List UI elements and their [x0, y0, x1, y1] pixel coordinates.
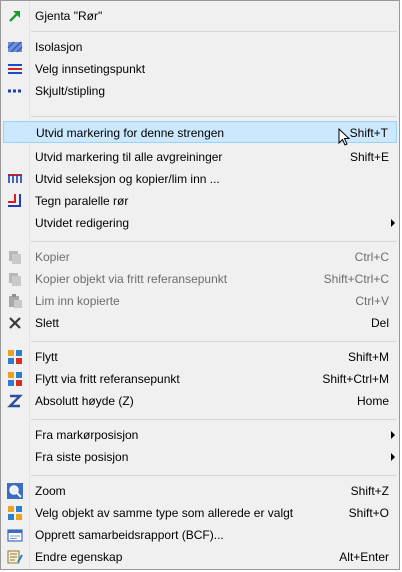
- menu-item-copy[interactable]: Kopier Ctrl+C: [3, 246, 397, 268]
- menu-item-label: Utvidet redigering: [35, 216, 130, 230]
- menu-item-repeat-pipe[interactable]: Gjenta "Rør": [3, 5, 397, 27]
- move-icon: [7, 349, 23, 365]
- menu-item-extended-editing[interactable]: Utvidet redigering: [3, 212, 397, 234]
- separator: [31, 116, 397, 117]
- menu-item-from-last-position[interactable]: Fra siste posisjon: [3, 446, 397, 468]
- z-height-icon: [7, 393, 23, 409]
- menu-item-label: Velg innsetingspunkt: [35, 62, 146, 76]
- menu-item-absolute-height[interactable]: Absolutt høyde (Z) Home: [3, 390, 397, 412]
- menu-item-from-cursor-position[interactable]: Fra markørposisjon: [3, 424, 397, 446]
- menu-item-label: Opprett samarbeidsrapport (BCF)...: [35, 528, 224, 542]
- menu-item-label: Absolutt høyde (Z): [35, 394, 134, 408]
- menu-item-zoom[interactable]: Zoom Shift+Z: [3, 480, 397, 502]
- insulation-hatch-icon: [7, 39, 23, 55]
- menu-item-label: Flytt via fritt referansepunkt: [35, 372, 180, 386]
- menu-item-label: Kopier: [35, 250, 70, 264]
- menu-item-move-reference[interactable]: Flytt via fritt referansepunkt Shift+Ctr…: [3, 368, 397, 390]
- submenu-arrow-icon: [391, 219, 395, 227]
- menu-item-label: Gjenta "Rør": [35, 9, 103, 23]
- menu-item-select-same-type[interactable]: Velg objekt av samme type som allerede e…: [3, 502, 397, 524]
- menu-item-shortcut: Ctrl+V: [355, 294, 389, 308]
- dashed-line-icon: [7, 83, 23, 99]
- separator: [31, 241, 397, 242]
- menu-item-label: Fra markørposisjon: [35, 428, 139, 442]
- menu-item-label: Velg objekt av samme type som allerede e…: [35, 506, 294, 520]
- paste-icon: [7, 293, 23, 309]
- menu-item-insulation[interactable]: Isolasjon: [3, 36, 397, 58]
- menu-item-label: Isolasjon: [35, 40, 83, 54]
- green-arrow-icon: [7, 8, 23, 24]
- submenu-arrow-icon: [391, 431, 395, 439]
- insertion-point-icon: [7, 61, 23, 77]
- menu-item-expand-copy-paste[interactable]: Utvid seleksjon og kopier/lim inn ...: [3, 168, 397, 190]
- submenu-arrow-icon: [391, 453, 395, 461]
- menu-item-label: Slett: [35, 316, 60, 330]
- copy-icon: [7, 249, 23, 265]
- menu-item-expand-all-branches[interactable]: Utvid markering til alle avgreininger Sh…: [3, 146, 397, 168]
- menu-item-shortcut: Del: [370, 316, 389, 330]
- bcf-report-icon: [7, 527, 23, 543]
- menu-item-label: Kopier objekt via fritt referansepunkt: [35, 272, 228, 286]
- separator: [31, 475, 397, 476]
- menu-item-move[interactable]: Flytt Shift+M: [3, 346, 397, 368]
- separator: [31, 419, 397, 420]
- menu-item-shortcut: Shift+E: [349, 150, 389, 164]
- menu-item-label: Utvid markering til alle avgreininger: [35, 150, 223, 164]
- parallel-pipes-icon: [7, 193, 23, 209]
- context-menu: Gjenta "Rør" Isolasjon Velg innsetingspu…: [0, 0, 400, 570]
- menu-item-label: Tegn paralelle rør: [35, 194, 129, 208]
- menu-item-label: Skjult/stipling: [35, 84, 106, 98]
- menu-item-shortcut: Shift+Ctrl+M: [322, 372, 389, 386]
- move-reference-icon: [7, 371, 23, 387]
- menu-item-shortcut: Shift+T: [349, 126, 388, 140]
- menu-item-insertion-point[interactable]: Velg innsetingspunkt: [3, 58, 397, 80]
- menu-item-hidden-dashed[interactable]: Skjult/stipling: [3, 80, 397, 102]
- menu-item-label: Fra siste posisjon: [35, 450, 129, 464]
- menu-item-create-bcf-report[interactable]: Opprett samarbeidsrapport (BCF)...: [3, 524, 397, 546]
- menu-item-label: Endre egenskap: [35, 550, 123, 564]
- menu-item-shortcut: Shift+Z: [350, 484, 389, 498]
- menu-item-shortcut: Ctrl+C: [354, 250, 389, 264]
- menu-item-expand-string[interactable]: Utvid markering for denne strengen Shift…: [3, 121, 397, 146]
- menu-item-label: Lim inn kopierte: [35, 294, 120, 308]
- menu-item-shortcut: Shift+O: [348, 506, 389, 520]
- zoom-icon: [7, 483, 23, 499]
- separator: [31, 341, 397, 342]
- mouse-cursor-icon: [338, 128, 352, 148]
- menu-item-label: Utvid markering for denne strengen: [36, 126, 225, 140]
- menu-item-shortcut: Home: [356, 394, 389, 408]
- copy-reference-icon: [7, 271, 23, 287]
- menu-item-paste[interactable]: Lim inn kopierte Ctrl+V: [3, 290, 397, 312]
- delete-x-icon: [7, 315, 23, 331]
- properties-icon: [7, 549, 23, 565]
- menu-item-shortcut: Alt+Enter: [339, 550, 389, 564]
- menu-item-shortcut: Shift+M: [347, 350, 389, 364]
- menu-item-shortcut: Shift+Ctrl+C: [323, 272, 389, 286]
- menu-item-label: Flytt: [35, 350, 58, 364]
- separator: [31, 31, 397, 32]
- copy-branches-icon: [7, 171, 23, 187]
- select-same-type-icon: [7, 505, 23, 521]
- menu-item-delete[interactable]: Slett Del: [3, 312, 397, 334]
- menu-item-label: Utvid seleksjon og kopier/lim inn ...: [35, 172, 220, 186]
- menu-item-copy-reference[interactable]: Kopier objekt via fritt referansepunkt S…: [3, 268, 397, 290]
- menu-item-change-property[interactable]: Endre egenskap Alt+Enter: [3, 546, 397, 568]
- menu-item-label: Zoom: [35, 484, 66, 498]
- menu-item-parallel-pipes[interactable]: Tegn paralelle rør: [3, 190, 397, 212]
